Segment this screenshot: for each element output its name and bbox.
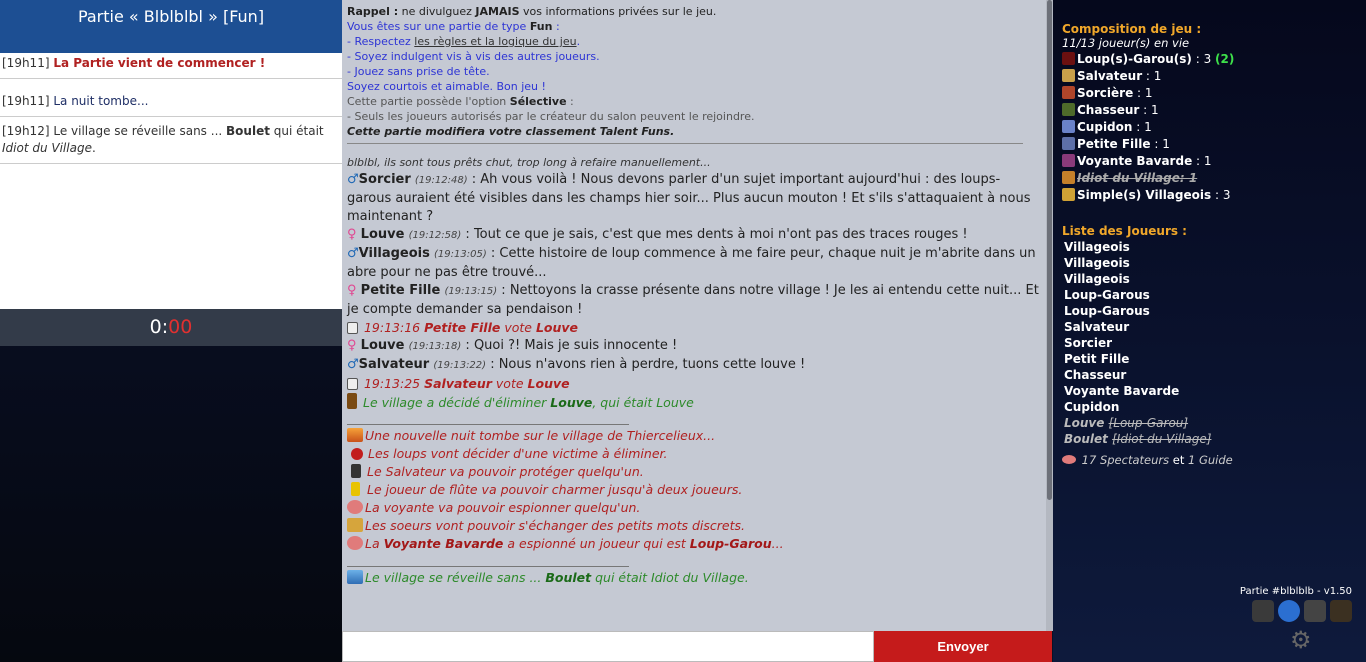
role-item: Idiot du Village: 1 (1062, 170, 1366, 187)
player-item[interactable]: Villageois (1062, 255, 1366, 271)
noose-icon (347, 393, 357, 409)
eye-icon (347, 536, 363, 550)
eye-icon (1062, 455, 1076, 464)
role-item: Voyante Bavarde : 1 (1062, 153, 1366, 170)
ballot-icon (347, 322, 358, 334)
sisters-icon (347, 518, 363, 532)
game-title: Partie « Blblblbl » [Fun] (0, 0, 342, 53)
female-icon: ♀ (347, 227, 357, 242)
chat-message: ♀ Louve (19:13:18) : Quoi ?! Mais je sui… (347, 338, 678, 353)
narration-text: blblbl, ils sont tous prêts chut, trop l… (347, 156, 711, 169)
role-icon (1062, 120, 1075, 133)
player-item[interactable]: Chasseur (1062, 367, 1366, 383)
vote-message: 19:13:25 Salvateur vote Louve (347, 375, 1041, 393)
chat-input[interactable] (342, 631, 874, 662)
chat-message: ♂Salvateur (19:13:22) : Nous n'avons rie… (347, 357, 806, 372)
role-icon (1062, 86, 1075, 99)
role-icon (1062, 171, 1075, 184)
player-item[interactable]: Sorcier (1062, 335, 1366, 351)
player-item[interactable]: Villageois (1062, 239, 1366, 255)
chat-message: ♀ Petite Fille (19:13:15) : Nettoyons la… (347, 283, 1039, 317)
pin-icon[interactable] (1252, 600, 1274, 622)
role-item: Cupidon : 1 (1062, 119, 1366, 136)
dead-player-item[interactable]: Louve [Loup-Garou] (1062, 415, 1366, 431)
day-event: Le village se réveille sans ... Boulet q… (347, 569, 1041, 587)
male-icon: ♂ (347, 357, 359, 372)
right-panel: Composition de jeu : 11/13 joueur(s) en … (1053, 0, 1366, 662)
user-icon[interactable] (1330, 600, 1352, 622)
game-timer: 0:00 (0, 309, 342, 346)
log-event: [19h11] La Partie vient de commencer ! (2, 56, 266, 70)
composition-title: Composition de jeu : (1062, 22, 1202, 36)
rules-link[interactable]: les règles et la logique du jeu (414, 35, 576, 48)
female-icon: ♀ (347, 283, 357, 298)
night-event: Le joueur de flûte va pouvoir charmer ju… (347, 481, 1041, 499)
toolbar-icons (1252, 600, 1352, 622)
ballot-icon (347, 378, 358, 390)
role-item: Sorcière : 1 (1062, 85, 1366, 102)
chat-message: ♂Villageois (19:13:05) : Cette histoire … (347, 246, 1036, 280)
send-button[interactable]: Envoyer (874, 631, 1052, 662)
player-item[interactable]: Salvateur (1062, 319, 1366, 335)
player-item[interactable]: Villageois (1062, 271, 1366, 287)
male-icon: ♂ (347, 246, 359, 261)
role-icon (1062, 154, 1075, 167)
role-item: Chasseur : 1 (1062, 102, 1366, 119)
night-event: Une nouvelle nuit tombe sur le village d… (347, 427, 1041, 445)
elimination-message: Le village a décidé d'éliminer Louve, qu… (347, 393, 1041, 412)
night-event: Les loups vont décider d'une victime à é… (347, 445, 1041, 463)
vote-message: 19:13:16 Petite Fille vote Louve (347, 319, 1041, 337)
night-event: Les soeurs vont pouvoir s'échanger des p… (347, 517, 1041, 535)
night-event: Le Salvateur va pouvoir protéger quelqu'… (347, 463, 1041, 481)
scrollbar-thumb[interactable] (1047, 0, 1052, 500)
chat-message: ♀ Louve (19:12:58) : Tout ce que je sais… (347, 227, 968, 242)
player-item[interactable]: Loup-Garous (1062, 303, 1366, 319)
role-item: Salvateur : 1 (1062, 68, 1366, 85)
role-item: Loup(s)-Garou(s) : 3 (2) (1062, 51, 1366, 68)
hammer-icon (351, 464, 361, 478)
players-list: Villageois Villageois Villageois Loup-Garou… (1062, 239, 1366, 447)
spy-event: La Voyante Bavarde a espionné un joueur … (347, 535, 1041, 553)
role-icon (1062, 103, 1075, 116)
rules-block: Rappel : ne divulguez JAMAIS vos informa… (347, 5, 755, 138)
male-icon: ♂ (347, 172, 359, 187)
version-label: Partie #blblblb - v1.50 (1239, 586, 1352, 597)
alive-count: 11/13 joueur(s) en vie (1062, 36, 1190, 50)
chat-scrollbar[interactable] (1046, 0, 1053, 631)
sunset-icon (347, 428, 363, 442)
role-item: Simple(s) Villageois : 3 (1062, 187, 1366, 204)
left-panel: Partie « Blblblbl » [Fun] [19h11] La Par… (0, 0, 342, 662)
role-icon (1062, 52, 1075, 65)
female-icon: ♀ (347, 338, 357, 353)
log-event: [19h12] Le village se réveille sans ... … (2, 124, 324, 155)
log-event: [19h11] La nuit tombe... (2, 94, 149, 108)
roles-list: Loup(s)-Garou(s) : 3 (2) Salvateur : 1 Sor… (1062, 51, 1366, 204)
player-item[interactable]: Petit Fille (1062, 351, 1366, 367)
players-title: Liste des Joueurs : (1062, 224, 1187, 238)
role-item: Petite Fille : 1 (1062, 136, 1366, 153)
sunrise-icon (347, 570, 363, 584)
role-icon (1062, 188, 1075, 201)
gear-icon[interactable]: ⚙ (1290, 626, 1312, 654)
lightning-icon (351, 482, 360, 496)
role-icon (1062, 69, 1075, 82)
window-icon[interactable] (1304, 600, 1326, 622)
eye-icon (347, 500, 363, 514)
player-item[interactable]: Voyante Bavarde (1062, 383, 1366, 399)
globe-icon[interactable] (1278, 600, 1300, 622)
event-log: [19h11] La Partie vient de commencer ! [… (0, 53, 342, 309)
blood-drop-icon (351, 448, 363, 460)
player-item[interactable]: Cupidon (1062, 399, 1366, 415)
chat-panel[interactable]: Rappel : ne divulguez JAMAIS vos informa… (342, 0, 1046, 631)
player-item[interactable]: Loup-Garous (1062, 287, 1366, 303)
role-icon (1062, 137, 1075, 150)
night-event: La voyante va pouvoir espionner quelqu'u… (347, 499, 1041, 517)
dead-player-item[interactable]: Boulet [Idiot du Village] (1062, 431, 1366, 447)
spectators-info: 17 Spectateurs et 1 Guide (1062, 453, 1366, 467)
chat-message: ♂Sorcier (19:12:48) : Ah vous voilà ! No… (347, 172, 1031, 224)
